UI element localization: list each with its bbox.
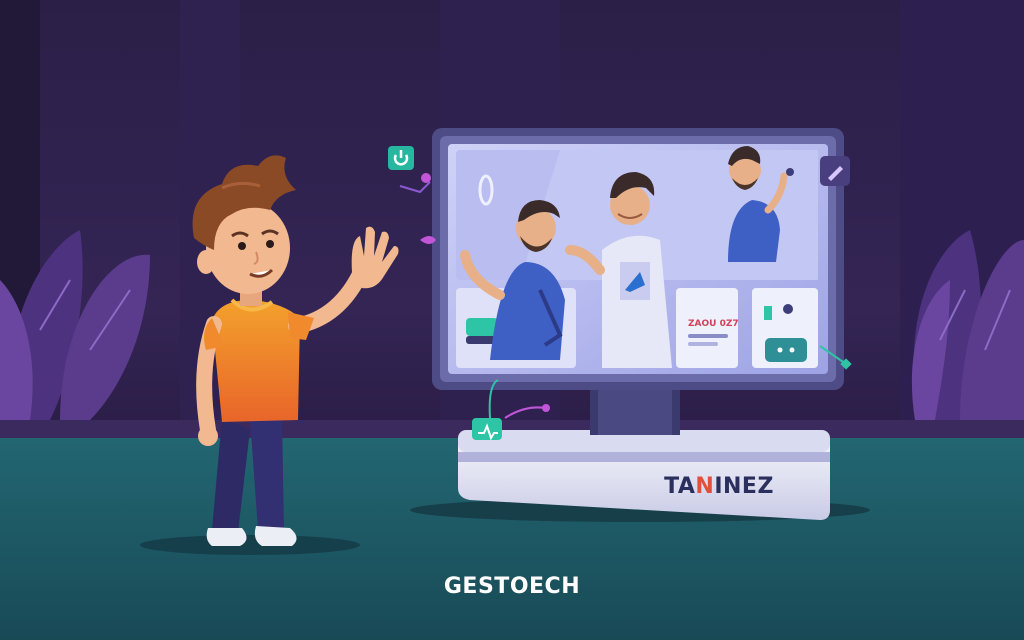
edit-icon [820, 156, 850, 186]
dot-decoration [421, 173, 431, 183]
monitor: ZAOU 0Z7 [432, 128, 844, 390]
illustration-stage: ZAOU 0Z7 TANINEZ GESTOECH [0, 0, 1024, 640]
scene-artwork: ZAOU 0Z7 [0, 0, 1024, 640]
brand-caption: GESTOECH [443, 574, 581, 599]
power-icon [388, 146, 414, 170]
character-shadow [140, 535, 360, 555]
chat-tile [765, 338, 807, 362]
screen-note: ZAOU 0Z7 [688, 319, 739, 329]
device-brand-label: TANINEZ [664, 474, 774, 499]
dot-decoration [542, 404, 550, 412]
pulse-icon [472, 418, 502, 441]
